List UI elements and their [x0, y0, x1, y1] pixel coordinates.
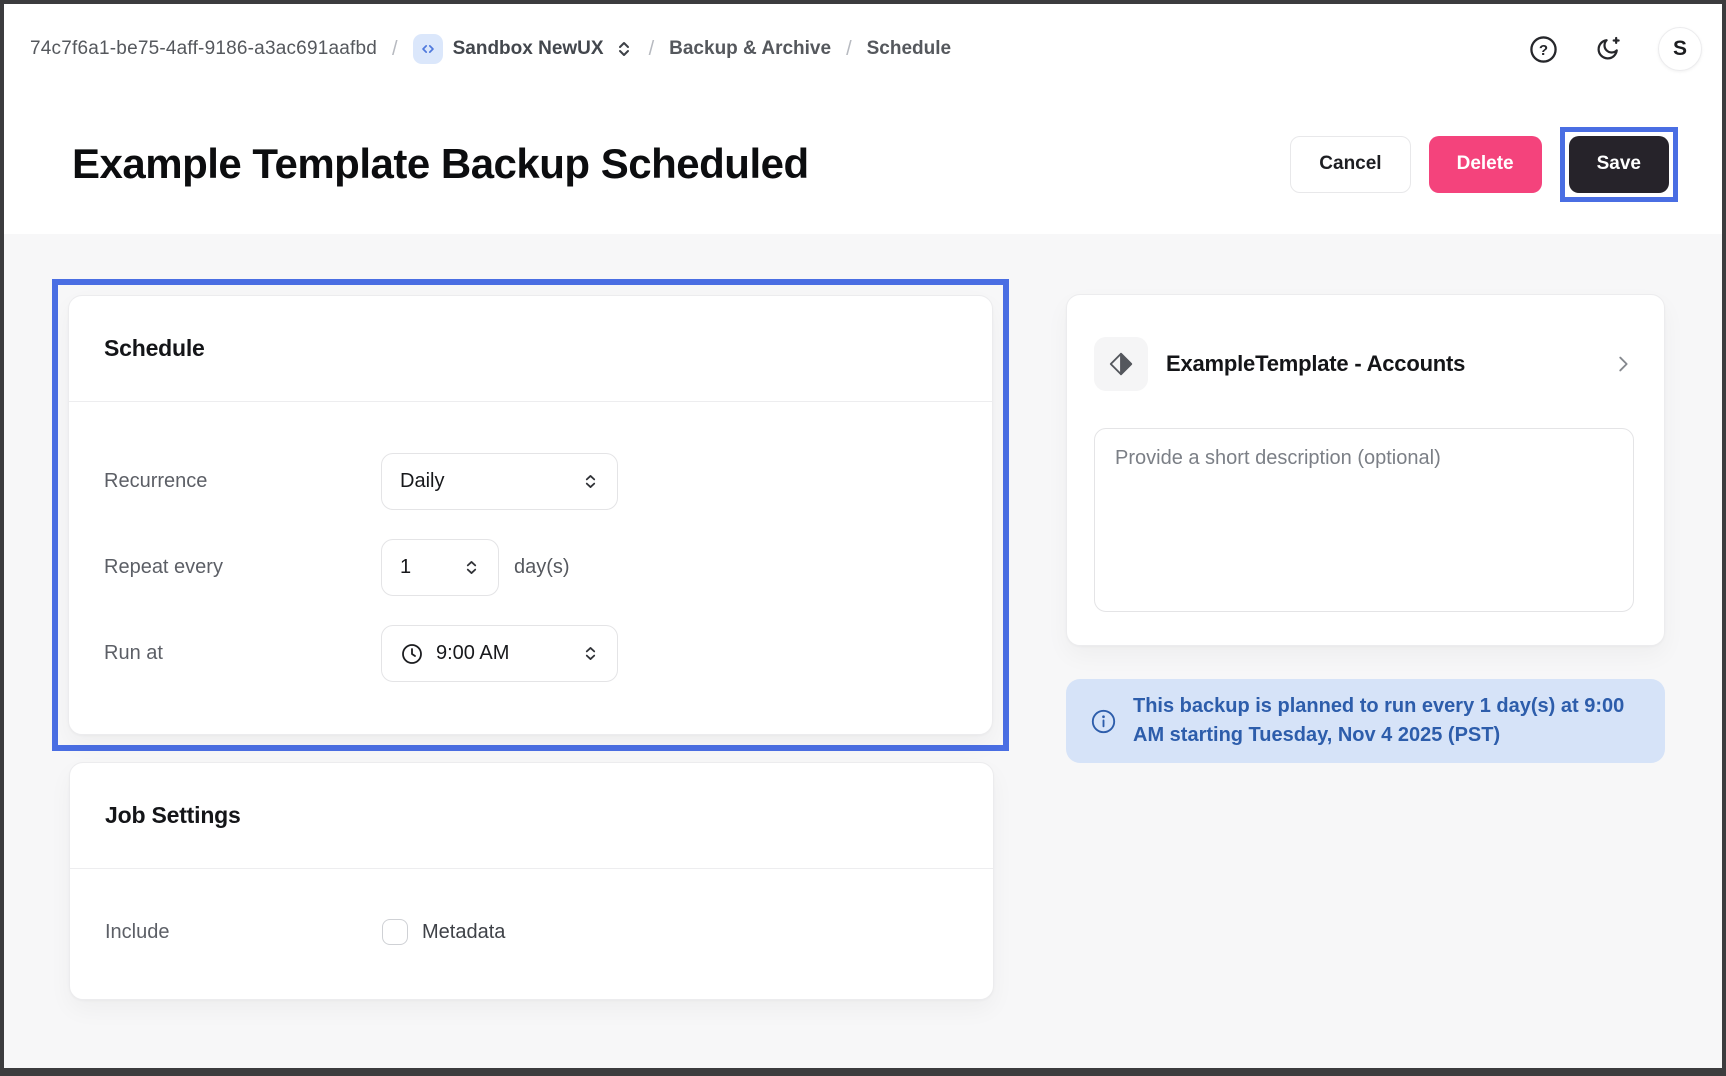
user-avatar[interactable]: S: [1658, 27, 1702, 71]
chevron-up-down-icon: [582, 473, 599, 490]
breadcrumb-environment-selector[interactable]: Sandbox NewUX: [413, 34, 634, 64]
avatar-initial: S: [1673, 37, 1687, 61]
chevron-right-icon[interactable]: [1612, 353, 1634, 375]
repeat-every-value: 1: [400, 556, 411, 579]
schedule-card-header: Schedule: [69, 296, 992, 402]
right-column: ExampleTemplate - Accounts This backup i…: [1066, 279, 1665, 763]
metadata-checkbox[interactable]: [382, 919, 408, 945]
save-button-highlight: Save: [1560, 127, 1678, 202]
app-window: 74c7f6a1-be75-4aff-9186-a3ac691aafbd / S…: [0, 0, 1726, 1076]
description-input[interactable]: [1094, 428, 1634, 612]
job-settings-title: Job Settings: [105, 802, 241, 829]
run-at-row: Run at 9:00 AM: [104, 625, 957, 682]
chevron-up-down-icon: [582, 645, 599, 662]
code-brackets-icon: [413, 34, 443, 64]
recurrence-select[interactable]: Daily: [381, 453, 618, 510]
breadcrumb-environment-label: Sandbox NewUX: [453, 38, 604, 60]
run-at-time-picker[interactable]: 9:00 AM: [381, 625, 618, 682]
top-bar-right: ? S: [1529, 27, 1702, 71]
action-buttons: Cancel Delete Save: [1290, 127, 1678, 202]
breadcrumb: 74c7f6a1-be75-4aff-9186-a3ac691aafbd / S…: [30, 34, 951, 64]
schedule-info-text: This backup is planned to run every 1 da…: [1133, 692, 1641, 750]
job-settings-header: Job Settings: [70, 763, 993, 869]
include-row: Include Metadata: [105, 919, 958, 945]
schedule-card: Schedule Recurrence Daily: [68, 295, 993, 735]
repeat-every-row: Repeat every 1 day(s): [104, 539, 957, 596]
info-circle-icon: [1090, 708, 1117, 735]
title-row: Example Template Backup Scheduled Cancel…: [4, 94, 1722, 234]
job-settings-form: Include Metadata: [70, 869, 993, 999]
top-bar: 74c7f6a1-be75-4aff-9186-a3ac691aafbd / S…: [4, 4, 1722, 94]
include-label: Include: [105, 921, 382, 944]
page-title: Example Template Backup Scheduled: [72, 140, 809, 188]
recurrence-value: Daily: [400, 470, 444, 493]
svg-text:?: ?: [1539, 41, 1548, 58]
breadcrumb-separator: /: [649, 38, 655, 61]
page-header: 74c7f6a1-be75-4aff-9186-a3ac691aafbd / S…: [4, 4, 1722, 234]
delete-button[interactable]: Delete: [1429, 136, 1542, 193]
repeat-every-stepper[interactable]: 1: [381, 539, 499, 596]
schedule-card-highlight: Schedule Recurrence Daily: [52, 279, 1009, 751]
schedule-card-title: Schedule: [104, 335, 205, 362]
template-header: ExampleTemplate - Accounts: [1094, 337, 1634, 391]
recurrence-label: Recurrence: [104, 470, 381, 493]
job-settings-card: Job Settings Include Metadata: [69, 762, 994, 1000]
repeat-every-unit: day(s): [514, 556, 570, 579]
chevron-up-down-icon: [614, 39, 634, 59]
template-summary-card: ExampleTemplate - Accounts: [1066, 294, 1665, 646]
metadata-checkbox-label[interactable]: Metadata: [422, 921, 505, 944]
help-icon[interactable]: ?: [1529, 35, 1558, 64]
schedule-info-banner: This backup is planned to run every 1 da…: [1066, 679, 1665, 763]
main-content: Schedule Recurrence Daily: [4, 234, 1722, 1000]
breadcrumb-separator: /: [846, 38, 852, 61]
clock-icon: [400, 642, 424, 666]
save-button[interactable]: Save: [1569, 136, 1669, 193]
run-at-value: 9:00 AM: [436, 642, 509, 665]
breadcrumb-org-id[interactable]: 74c7f6a1-be75-4aff-9186-a3ac691aafbd: [30, 38, 377, 60]
dark-mode-moon-icon[interactable]: [1594, 35, 1622, 63]
cancel-button[interactable]: Cancel: [1290, 136, 1410, 193]
breadcrumb-section[interactable]: Backup & Archive: [669, 38, 831, 60]
left-column: Schedule Recurrence Daily: [52, 279, 1009, 1000]
diamond-half-icon: [1094, 337, 1148, 391]
breadcrumb-separator: /: [392, 38, 398, 61]
breadcrumb-current-page: Schedule: [867, 38, 951, 60]
run-at-label: Run at: [104, 642, 381, 665]
recurrence-row: Recurrence Daily: [104, 453, 957, 510]
repeat-every-label: Repeat every: [104, 556, 381, 579]
template-title: ExampleTemplate - Accounts: [1166, 351, 1465, 377]
chevron-up-down-icon: [463, 559, 480, 576]
schedule-form: Recurrence Daily Repeat every: [69, 402, 992, 734]
